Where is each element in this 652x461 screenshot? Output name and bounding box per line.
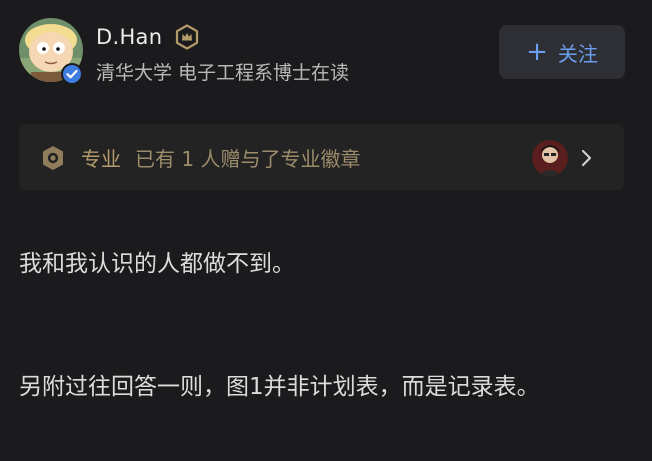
badge-description: 已有 1 人赠与了专业徽章 — [135, 147, 361, 171]
author-bio: 清华大学 电子工程系博士在读 — [96, 62, 350, 84]
answer-paragraph: 另附过往回答一则，图1并非计划表，而是记录表。 — [19, 374, 540, 400]
professional-badge-bar[interactable]: 专业 已有 1 人赠与了专业徽章 — [19, 124, 624, 190]
badge-medal-icon — [43, 146, 63, 170]
author-name[interactable]: D.Han — [96, 25, 162, 49]
chevron-right-icon — [581, 149, 592, 167]
badge-text: 专业 已有 1 人赠与了专业徽章 — [81, 143, 360, 172]
answer-header: D.Han 清华大学 电子工程系博士在读 + 关注 — [0, 0, 652, 110]
author-name-row: D.Han — [96, 22, 200, 52]
giver-photo-image — [532, 140, 568, 176]
badge-category: 专业 — [81, 147, 121, 171]
follow-button-label: 关注 — [557, 41, 598, 66]
badge-giver-avatar[interactable] — [532, 140, 568, 176]
plus-icon: + — [526, 37, 548, 67]
verified-badge-icon — [61, 63, 83, 85]
crown-badge-icon — [176, 24, 199, 50]
follow-button[interactable]: + 关注 — [499, 25, 625, 79]
answer-paragraph: 我和我认识的人都做不到。 — [19, 251, 295, 277]
